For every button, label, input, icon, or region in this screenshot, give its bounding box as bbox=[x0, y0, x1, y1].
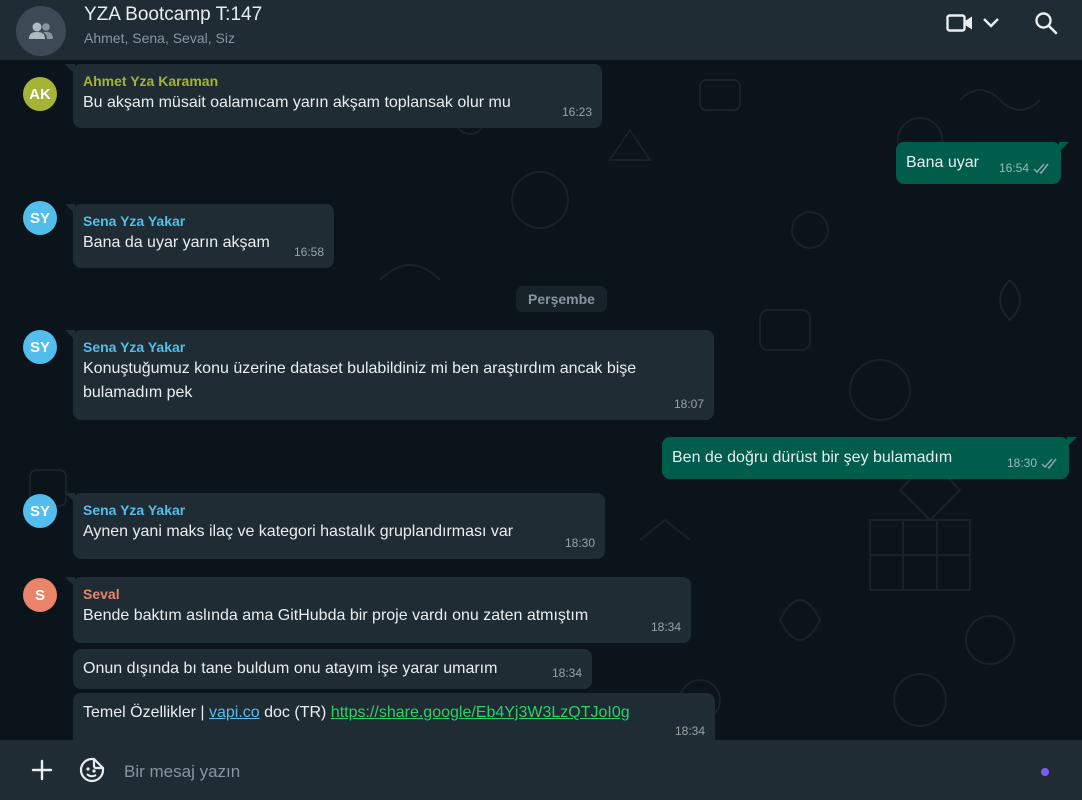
chevron-down-icon bbox=[983, 18, 999, 28]
message-list[interactable]: AK Ahmet Yza Karaman Bu akşam müsait oal… bbox=[0, 60, 1082, 740]
link-share-google[interactable]: https://share.google/Eb4Yj3W3LzQTJoI0g bbox=[331, 704, 630, 721]
message-text: Ben de doğru dürüst bir şey bulamadım bbox=[672, 449, 953, 466]
video-call-icon bbox=[946, 14, 972, 32]
message-time: 18:34 bbox=[551, 666, 582, 680]
avatar-ahmet[interactable]: AK bbox=[23, 77, 57, 111]
avatar-initials: S bbox=[34, 586, 45, 604]
avatar-sena[interactable]: SY bbox=[23, 330, 57, 364]
message-time: 16:54 bbox=[998, 161, 1029, 175]
avatar-initials: SY bbox=[29, 209, 50, 227]
chat-header: YZA Bootcamp T:147 Ahmet, Sena, Seval, S… bbox=[0, 0, 1082, 60]
message-meta: 18:34 bbox=[675, 719, 705, 740]
bubble-tail bbox=[65, 64, 75, 74]
message-text: Aynen yani maks ilaç ve kategori hastalı… bbox=[83, 523, 514, 540]
message-time: 18:34 bbox=[650, 620, 681, 634]
avatar-initials: SY bbox=[29, 502, 50, 520]
sender-name[interactable]: Sena Yza Yakar bbox=[83, 211, 324, 231]
message-time: 18:07 bbox=[673, 397, 704, 411]
attach-button[interactable] bbox=[25, 753, 59, 787]
message-meta: 16:23 bbox=[562, 100, 592, 124]
message-meta: 18:07 bbox=[674, 392, 704, 416]
composer-bar bbox=[0, 740, 1082, 800]
bubble-tail bbox=[65, 330, 75, 340]
message-meta: 18:34 bbox=[651, 615, 681, 639]
message-time: 16:58 bbox=[293, 245, 324, 259]
sender-name[interactable]: Sena Yza Yakar bbox=[83, 500, 595, 520]
message-bubble-6[interactable]: Sena Yza Yakar Aynen yani maks ilaç ve k… bbox=[65, 493, 605, 559]
bubble-tail bbox=[1067, 437, 1077, 447]
message-time: 18:34 bbox=[674, 724, 705, 738]
header-actions bbox=[946, 11, 1058, 35]
plus-icon bbox=[31, 759, 53, 781]
bubble-tail bbox=[65, 204, 75, 214]
message-bubble-8[interactable]: Onun dışında bı tane buldum onu atayım i… bbox=[73, 649, 592, 689]
message-bubble-1[interactable]: Ahmet Yza Karaman Bu akşam müsait oalamı… bbox=[65, 64, 602, 128]
sender-name[interactable]: Ahmet Yza Karaman bbox=[83, 71, 592, 91]
chat-title: YZA Bootcamp T:147 bbox=[84, 3, 263, 25]
message-time: 16:23 bbox=[561, 105, 592, 119]
message-bubble-9[interactable]: Temel Özellikler | vapi.co doc (TR) http… bbox=[73, 693, 715, 740]
date-divider: Perşembe bbox=[516, 286, 607, 312]
bubble-tail bbox=[1059, 142, 1069, 152]
avatar-seval[interactable]: S bbox=[23, 578, 57, 612]
message-text-line-2: bulamadım pek bbox=[83, 384, 193, 401]
message-text: Bu akşam müsait oalamıcam yarın akşam to… bbox=[83, 94, 511, 111]
search-icon[interactable] bbox=[1034, 11, 1058, 35]
message-bubble-5[interactable]: Ben de doğru dürüst bir şey bulamadım 18… bbox=[662, 437, 1077, 479]
message-text: Bana da uyar yarın akşam bbox=[83, 234, 270, 251]
message-meta: 18:30 bbox=[565, 531, 595, 555]
message-meta: 16:58 bbox=[294, 240, 324, 264]
message-text-mid: doc (TR) bbox=[259, 704, 331, 721]
message-meta: 18:34 bbox=[552, 661, 582, 685]
sticker-button[interactable] bbox=[75, 753, 109, 787]
chat-window: YZA Bootcamp T:147 Ahmet, Sena, Seval, S… bbox=[0, 0, 1082, 800]
message-meta: 18:30 bbox=[1007, 451, 1059, 475]
chat-members: Ahmet, Sena, Seval, Siz bbox=[84, 29, 235, 46]
message-bubble-2[interactable]: Bana uyar 16:54 bbox=[896, 142, 1069, 184]
avatar-sena[interactable]: SY bbox=[23, 201, 57, 235]
message-input[interactable] bbox=[124, 754, 1024, 790]
message-time: 18:30 bbox=[564, 536, 595, 550]
sticker-icon bbox=[79, 757, 105, 783]
message-bubble-7[interactable]: Seval Bende baktım aslında ama GitHubda … bbox=[65, 577, 691, 643]
message-text-prefix: Temel Özellikler | bbox=[83, 704, 209, 721]
message-time: 18:30 bbox=[1006, 456, 1037, 470]
bubble-tail bbox=[65, 493, 75, 503]
message-bubble-3[interactable]: Sena Yza Yakar Bana da uyar yarın akşam … bbox=[65, 204, 334, 268]
sender-name[interactable]: Seval bbox=[83, 584, 681, 604]
message-text: Bana uyar bbox=[906, 154, 979, 171]
message-meta: 16:54 bbox=[999, 156, 1051, 180]
avatar-initials: AK bbox=[29, 85, 51, 103]
double-check-icon bbox=[1033, 163, 1049, 174]
status-dot bbox=[1041, 768, 1049, 776]
message-text: Bende baktım aslında ama GitHubda bir pr… bbox=[83, 607, 589, 624]
group-icon bbox=[29, 22, 53, 39]
video-call-button[interactable] bbox=[946, 13, 1000, 33]
message-text-line-1: Konuştuğumuz konu üzerine dataset bulabi… bbox=[83, 360, 637, 377]
double-check-icon bbox=[1041, 458, 1057, 469]
link-vapi[interactable]: vapi.co bbox=[209, 704, 260, 721]
message-bubble-4[interactable]: Sena Yza Yakar Konuştuğumuz konu üzerine… bbox=[65, 330, 714, 420]
bubble-tail bbox=[65, 577, 75, 587]
sender-name[interactable]: Sena Yza Yakar bbox=[83, 337, 704, 357]
avatar-sena[interactable]: SY bbox=[23, 494, 57, 528]
chat-info[interactable]: YZA Bootcamp T:147 Ahmet, Sena, Seval, S… bbox=[84, 4, 946, 46]
group-avatar[interactable] bbox=[16, 6, 66, 56]
message-text: Onun dışında bı tane buldum onu atayım i… bbox=[83, 660, 498, 677]
avatar-initials: SY bbox=[29, 338, 50, 356]
